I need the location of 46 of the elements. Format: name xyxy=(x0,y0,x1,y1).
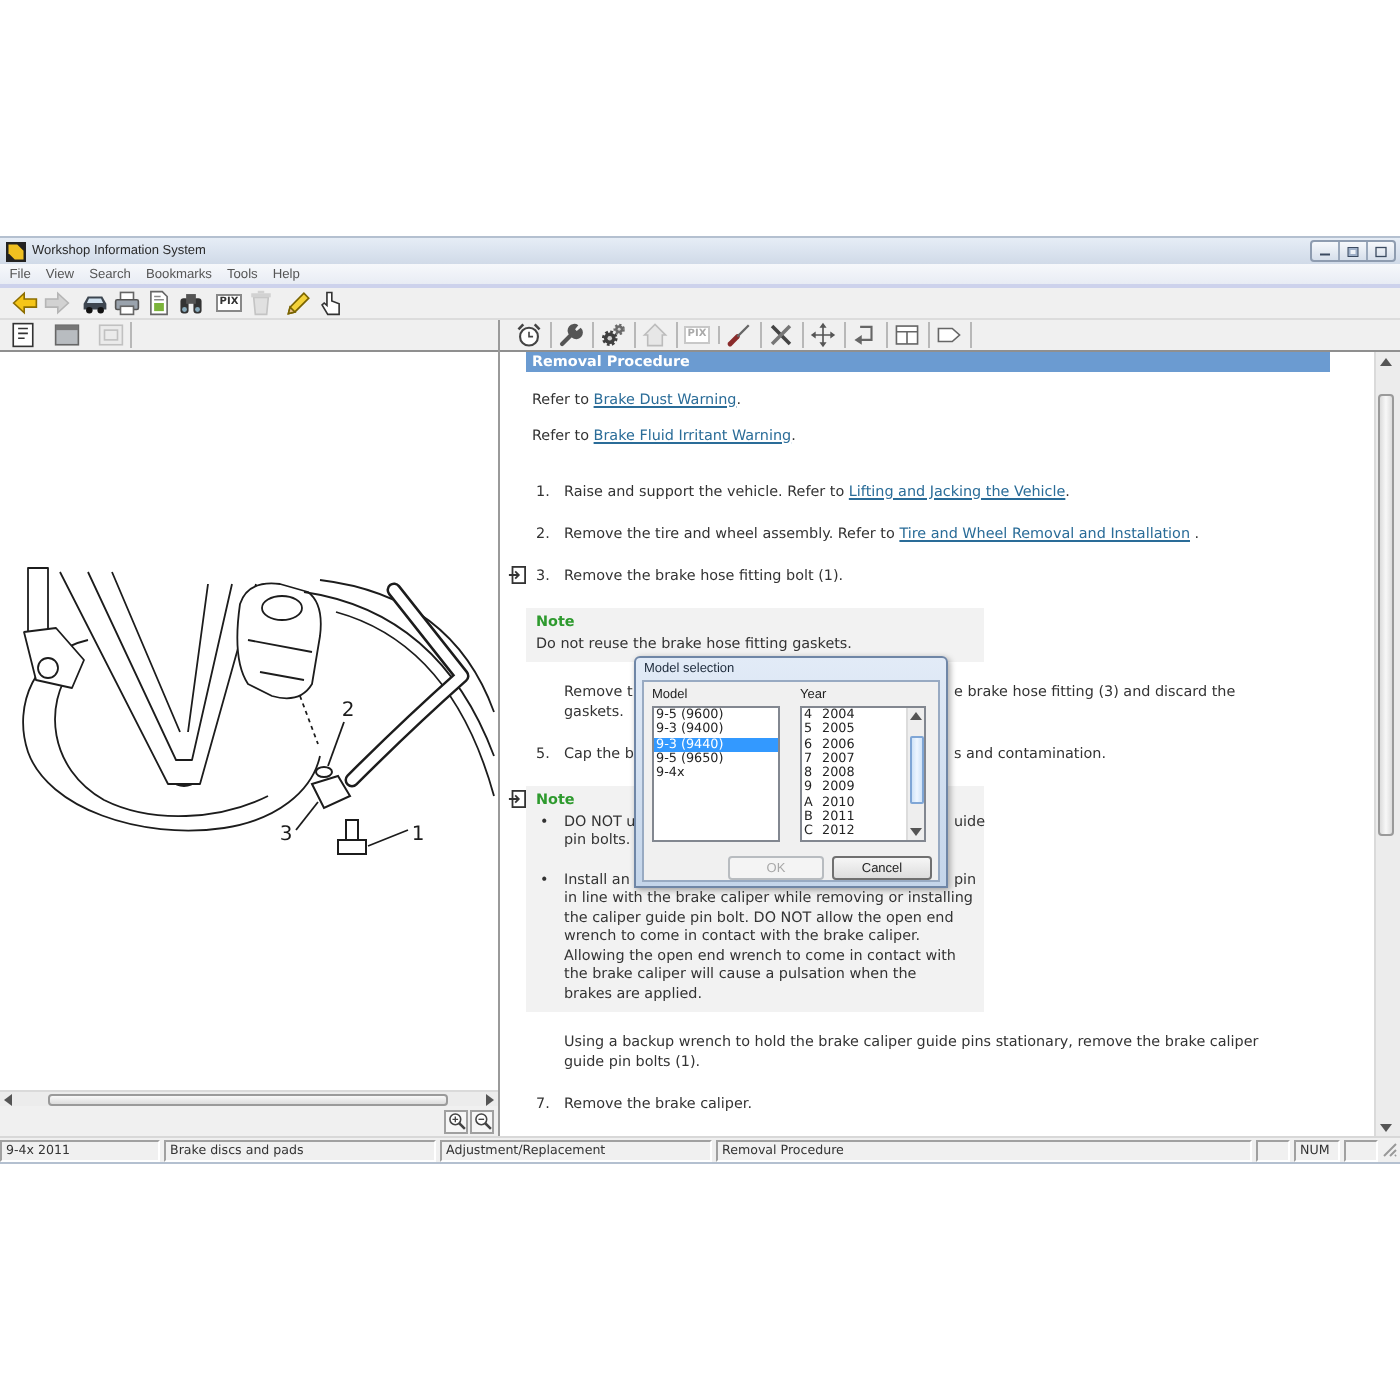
status-pane xyxy=(1344,1139,1378,1161)
table-icon[interactable] xyxy=(894,322,920,348)
arrow-up-icon[interactable] xyxy=(1378,354,1394,370)
alarm-clock-icon[interactable] xyxy=(516,322,542,348)
callout-number: 1 xyxy=(411,824,425,846)
back-arrow-icon[interactable] xyxy=(12,290,38,316)
zoom-in-button[interactable] xyxy=(444,1109,468,1133)
box-arrow-icon[interactable] xyxy=(508,789,526,807)
document-icon[interactable] xyxy=(146,290,172,316)
binoculars-icon[interactable] xyxy=(178,290,204,316)
callout-number: 2 xyxy=(341,700,355,722)
hose-fitting xyxy=(310,774,352,810)
arrow-down-icon[interactable] xyxy=(1378,1120,1394,1136)
arrow-right-icon[interactable] xyxy=(482,1091,498,1107)
restore-icon[interactable] xyxy=(1346,245,1360,257)
crossed-lines-icon[interactable] xyxy=(768,322,794,348)
washer xyxy=(315,766,333,778)
printer-icon[interactable] xyxy=(114,290,140,316)
arrow-left-icon[interactable] xyxy=(0,1091,16,1107)
app-logo-icon xyxy=(6,241,26,261)
screwdriver-icon[interactable] xyxy=(726,322,752,348)
gears-icon[interactable] xyxy=(600,322,626,348)
zoom-out-icon xyxy=(473,1112,491,1130)
scrollbar-thumb[interactable] xyxy=(909,736,923,804)
status-pane xyxy=(1256,1139,1290,1161)
scrollbar-thumb[interactable] xyxy=(1378,394,1394,836)
return-arrow-icon[interactable] xyxy=(852,322,878,348)
pencil-icon[interactable] xyxy=(286,290,312,316)
box-arrow-icon[interactable] xyxy=(508,565,526,583)
maximize-icon[interactable] xyxy=(1374,245,1388,257)
bolt xyxy=(337,819,367,855)
scrollbar-thumb[interactable] xyxy=(48,1093,448,1105)
move-arrows-icon[interactable] xyxy=(810,322,836,348)
wrench-icon[interactable] xyxy=(558,322,584,348)
leader-line xyxy=(327,721,345,767)
arrow-down-icon[interactable] xyxy=(908,824,924,840)
hand-pointer-icon[interactable] xyxy=(318,290,344,316)
arrow-up-icon[interactable] xyxy=(908,708,924,724)
resize-grip-icon[interactable] xyxy=(1382,1142,1398,1158)
leader-line xyxy=(295,801,319,831)
leader-line xyxy=(367,829,409,847)
callout-number: 3 xyxy=(279,824,293,846)
window-icon[interactable] xyxy=(54,322,80,348)
document-icon[interactable] xyxy=(10,322,36,348)
zoom-in-icon xyxy=(447,1112,465,1130)
zoom-out-button[interactable] xyxy=(470,1109,494,1133)
